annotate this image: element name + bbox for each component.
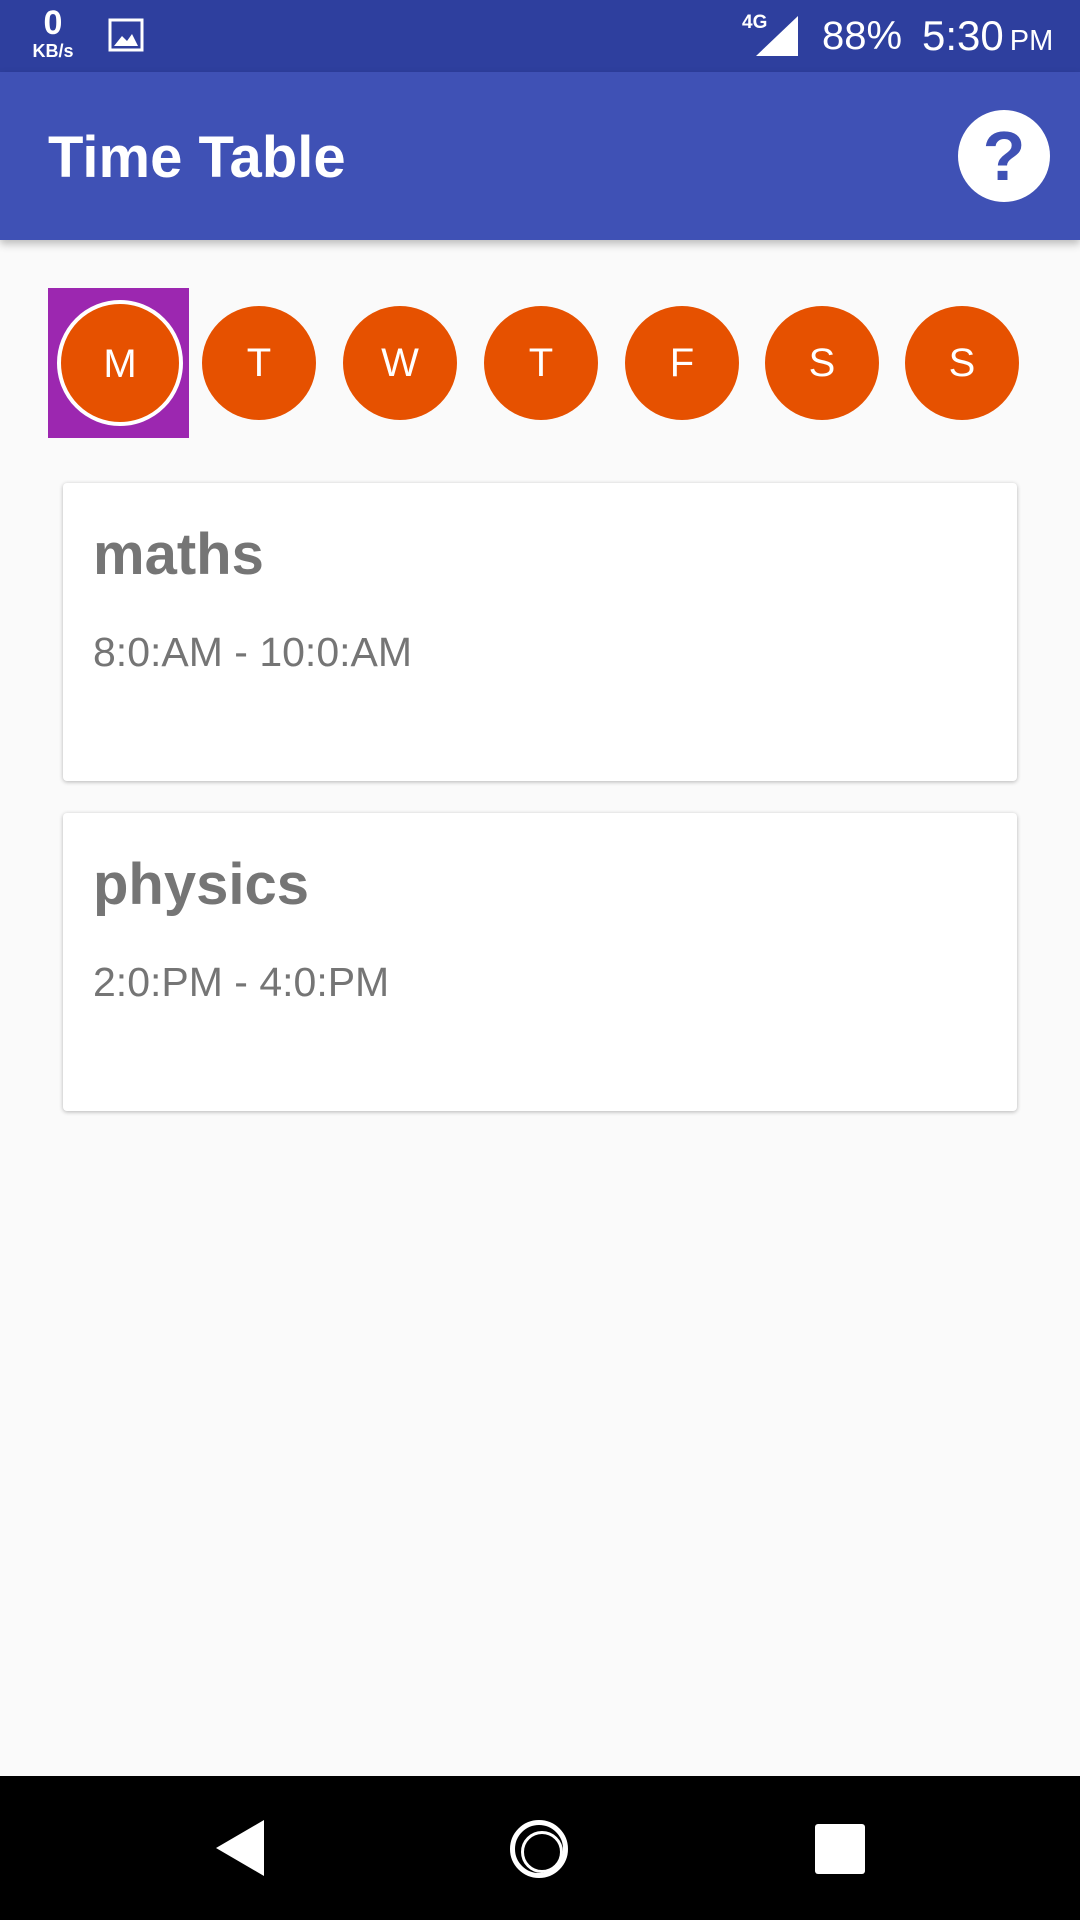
day-wednesday[interactable]: W bbox=[343, 306, 457, 420]
network-type: 4G bbox=[742, 12, 768, 33]
clock-ampm: PM bbox=[1009, 25, 1054, 57]
day-tuesday[interactable]: T bbox=[202, 306, 316, 420]
help-button[interactable]: ? bbox=[958, 110, 1050, 202]
day-monday[interactable]: M bbox=[57, 300, 183, 426]
day-friday[interactable]: F bbox=[625, 306, 739, 420]
recents-icon[interactable] bbox=[815, 1824, 865, 1874]
class-card[interactable]: physics 2:0:PM - 4:0:PM bbox=[63, 813, 1017, 1111]
app-bar: Time Table ? bbox=[0, 72, 1080, 240]
gallery-icon bbox=[108, 18, 144, 52]
status-bar: 0 KB/s 4G 88% 5:30 PM bbox=[0, 0, 1080, 72]
screen: 0 KB/s 4G 88% 5:30 PM Time Table ? M T W … bbox=[0, 0, 1080, 1920]
clock-time: 5:30 bbox=[922, 12, 1004, 59]
day-selector: M T W T F S S bbox=[0, 288, 1080, 438]
class-subject: physics bbox=[93, 852, 309, 917]
class-time: 2:0:PM - 4:0:PM bbox=[93, 959, 390, 1005]
class-time: 8:0:AM - 10:0:AM bbox=[93, 629, 413, 675]
network-speed-unit: KB/s bbox=[32, 41, 74, 61]
day-saturday[interactable]: S bbox=[765, 306, 879, 420]
help-icon: ? bbox=[982, 117, 1026, 195]
app-title: Time Table bbox=[48, 125, 346, 190]
network-speed-value: 0 bbox=[43, 4, 63, 42]
home-icon[interactable] bbox=[510, 1820, 568, 1878]
navigation-bar bbox=[0, 1776, 1080, 1920]
class-card[interactable]: maths 8:0:AM - 10:0:AM bbox=[63, 483, 1017, 781]
day-sunday[interactable]: S bbox=[905, 306, 1019, 420]
back-icon[interactable] bbox=[212, 1818, 272, 1878]
day-thursday[interactable]: T bbox=[484, 306, 598, 420]
battery-level: 88% bbox=[822, 14, 903, 58]
clock: 5:30 PM bbox=[922, 12, 1053, 60]
class-subject: maths bbox=[93, 522, 264, 587]
network-speed: 0 KB/s bbox=[26, 6, 80, 60]
